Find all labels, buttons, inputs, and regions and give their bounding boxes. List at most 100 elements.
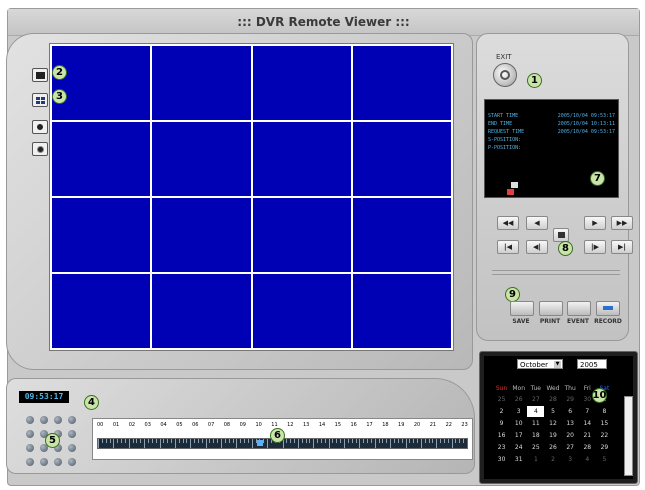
channel-button[interactable] — [26, 416, 34, 424]
year-spinner[interactable]: 2005 — [577, 359, 607, 369]
calendar-day[interactable]: 30 — [493, 454, 510, 465]
calendar-day[interactable]: 22 — [596, 430, 613, 441]
calendar-day[interactable]: 10 — [510, 418, 527, 429]
calendar-day[interactable]: 28 — [579, 442, 596, 453]
video-channel-5[interactable] — [52, 122, 151, 196]
calendar-day[interactable]: 18 — [527, 430, 544, 441]
video-channel-7[interactable] — [252, 122, 351, 196]
video-channel-12[interactable] — [352, 198, 451, 272]
hour-label: 01 — [112, 422, 120, 428]
channel-button[interactable] — [68, 416, 76, 424]
video-channel-15[interactable] — [252, 274, 351, 348]
play-button[interactable]: ▶ — [584, 216, 606, 230]
calendar-day[interactable]: 13 — [562, 418, 579, 429]
calendar-day[interactable]: 7 — [579, 406, 596, 417]
month-select[interactable]: October ▼ — [517, 359, 563, 369]
channel-button[interactable] — [54, 416, 62, 424]
calendar-day[interactable]: 16 — [493, 430, 510, 441]
step-back-button[interactable]: ◀| — [526, 240, 548, 254]
exit-button[interactable] — [493, 63, 517, 87]
fast-forward-button[interactable]: ▶▶ — [611, 216, 633, 230]
rewind-button[interactable]: ◀ — [526, 216, 548, 230]
video-channel-14[interactable] — [152, 274, 251, 348]
event-button[interactable] — [567, 301, 591, 316]
calendar-day[interactable]: 3 — [510, 406, 527, 417]
calendar-day[interactable]: 29 — [562, 394, 579, 405]
video-channel-6[interactable] — [152, 122, 251, 196]
calendar-day[interactable]: 1 — [527, 454, 544, 465]
channel-button[interactable] — [68, 444, 76, 452]
channel-button[interactable] — [68, 430, 76, 438]
exit-label: EXIT — [496, 53, 512, 61]
timeline-tick — [440, 439, 441, 443]
calendar-day[interactable]: 19 — [544, 430, 561, 441]
calendar-day[interactable]: 29 — [596, 442, 613, 453]
video-channel-2[interactable] — [152, 46, 251, 120]
calendar-day[interactable]: 3 — [562, 454, 579, 465]
calendar-day[interactable]: 8 — [596, 406, 613, 417]
video-channel-4[interactable] — [352, 46, 451, 120]
record-button[interactable] — [596, 301, 620, 316]
calendar-day[interactable]: 27 — [562, 442, 579, 453]
calendar-day[interactable]: 4 — [527, 406, 545, 417]
timeline-tick — [382, 439, 383, 443]
calendar-day[interactable]: 2 — [493, 406, 510, 417]
quad-view-button[interactable] — [32, 93, 48, 107]
stop-button[interactable] — [553, 228, 569, 242]
calendar-day[interactable]: 23 — [493, 442, 510, 453]
power-icon — [500, 70, 510, 80]
zoom-button[interactable] — [32, 142, 48, 156]
timeline-cursor[interactable] — [257, 440, 263, 446]
video-channel-1[interactable] — [52, 46, 151, 120]
single-view-button[interactable] — [32, 68, 48, 82]
video-channel-8[interactable] — [352, 122, 451, 196]
skip-end-button[interactable]: ▶| — [611, 240, 633, 254]
fast-rewind-button[interactable]: ◀◀ — [497, 216, 519, 230]
calendar-day[interactable]: 2 — [544, 454, 561, 465]
calendar-day[interactable]: 9 — [493, 418, 510, 429]
calendar-day[interactable]: 15 — [596, 418, 613, 429]
calendar-day[interactable]: 24 — [510, 442, 527, 453]
channel-button[interactable] — [40, 416, 48, 424]
video-channel-13[interactable] — [52, 274, 151, 348]
timeline-tick — [140, 439, 141, 443]
calendar-day[interactable]: 12 — [544, 418, 561, 429]
calendar-day[interactable]: 26 — [510, 394, 527, 405]
calendar-day[interactable]: 17 — [510, 430, 527, 441]
video-channel-10[interactable] — [152, 198, 251, 272]
channel-button[interactable] — [40, 458, 48, 466]
print-button[interactable] — [539, 301, 563, 316]
channel-button[interactable] — [26, 444, 34, 452]
single-view-icon — [35, 71, 45, 79]
calendar-day[interactable]: 20 — [562, 430, 579, 441]
video-channel-3[interactable] — [252, 46, 351, 120]
request-time-label: REQUEST TIME — [488, 129, 525, 135]
calendar-day[interactable]: 14 — [579, 418, 596, 429]
timeline-tick — [452, 439, 453, 448]
calendar-day[interactable]: 4 — [579, 454, 596, 465]
calendar-day[interactable]: 28 — [544, 394, 561, 405]
channel-button[interactable] — [26, 458, 34, 466]
video-channel-11[interactable] — [252, 198, 351, 272]
calendar-day[interactable]: 31 — [510, 454, 527, 465]
calendar-day[interactable]: 6 — [562, 406, 579, 417]
video-channel-16[interactable] — [352, 274, 451, 348]
calendar-day[interactable]: 11 — [527, 418, 544, 429]
channel-button[interactable] — [54, 458, 62, 466]
calendar-day[interactable]: 5 — [544, 406, 561, 417]
calendar-day[interactable]: 21 — [579, 430, 596, 441]
skip-start-button[interactable]: |◀ — [497, 240, 519, 254]
timeline-tick — [175, 439, 176, 448]
channel-button[interactable] — [68, 458, 76, 466]
calendar-scrollbar[interactable] — [624, 396, 633, 476]
calendar-day[interactable]: 26 — [544, 442, 561, 453]
snapshot-button[interactable] — [32, 120, 48, 134]
channel-button[interactable] — [26, 430, 34, 438]
calendar-day[interactable]: 5 — [596, 454, 613, 465]
step-forward-button[interactable]: |▶ — [584, 240, 606, 254]
save-button[interactable] — [510, 301, 534, 316]
calendar-day[interactable]: 27 — [527, 394, 544, 405]
calendar-day[interactable]: 25 — [493, 394, 510, 405]
video-channel-9[interactable] — [52, 198, 151, 272]
calendar-day[interactable]: 25 — [527, 442, 544, 453]
